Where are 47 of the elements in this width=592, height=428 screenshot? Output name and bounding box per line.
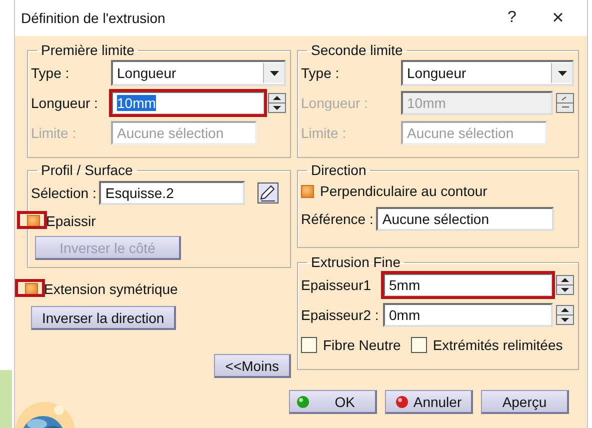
group-title: Profil / Surface bbox=[40, 162, 134, 178]
checkbox-label: Perpendiculaire au contour bbox=[320, 183, 488, 199]
group-title: Seconde limite bbox=[310, 42, 404, 58]
field-label: Longueur : bbox=[301, 95, 369, 111]
less-button[interactable]: <<Moins bbox=[214, 354, 291, 378]
window-title: Définition de l'extrusion bbox=[21, 10, 166, 26]
checkbox[interactable] bbox=[410, 337, 427, 353]
help-button[interactable]: ? bbox=[489, 3, 535, 33]
spinner-icon[interactable] bbox=[556, 275, 574, 295]
number-field[interactable]: 10mm bbox=[111, 91, 265, 115]
checkbox[interactable] bbox=[301, 184, 314, 198]
checkbox[interactable] bbox=[25, 282, 38, 296]
spinner-icon[interactable] bbox=[556, 305, 574, 325]
group-title: Première limite bbox=[40, 42, 136, 58]
field-label: Type : bbox=[31, 65, 70, 81]
preview-button[interactable]: Aperçu bbox=[481, 390, 569, 414]
checkbox-label: Extension symétrique bbox=[44, 281, 178, 297]
side-panel-edge bbox=[0, 370, 12, 428]
text-field[interactable]: Esquisse.2 bbox=[99, 181, 246, 205]
field-label: Limite : bbox=[31, 125, 78, 141]
ok-button[interactable]: OK bbox=[289, 390, 377, 414]
number-field[interactable]: 5mm bbox=[383, 273, 553, 297]
checkbox-label: Fibre Neutre bbox=[323, 337, 401, 353]
close-button[interactable]: × bbox=[535, 3, 581, 33]
field-label: Référence : bbox=[301, 211, 374, 227]
field-label: Sélection : bbox=[31, 185, 96, 201]
field-label: Epaisseur2 : bbox=[301, 307, 380, 323]
field-label: Limite : bbox=[301, 125, 348, 141]
group-title: Direction bbox=[310, 162, 368, 178]
sketch-edit-icon[interactable] bbox=[257, 182, 280, 204]
checkbox[interactable] bbox=[27, 214, 40, 228]
spinner-icon[interactable] bbox=[268, 93, 286, 113]
checkbox[interactable] bbox=[301, 337, 317, 353]
number-field[interactable]: 0mm bbox=[383, 303, 553, 327]
status-light-icon bbox=[296, 394, 310, 408]
type-dropdown[interactable]: Longueur bbox=[111, 60, 286, 86]
checkbox-label: Extrémités relimitées bbox=[432, 337, 563, 353]
text-field[interactable]: Aucune sélection bbox=[376, 207, 554, 231]
status-light-icon bbox=[395, 394, 410, 408]
field-label: Epaisseur1 bbox=[301, 277, 372, 293]
type-dropdown[interactable]: Longueur bbox=[401, 60, 574, 86]
checkbox-label: Epaissir bbox=[46, 213, 96, 229]
group-title: Extrusion Fine bbox=[310, 254, 402, 270]
field-label: Longueur : bbox=[31, 95, 99, 111]
cancel-button[interactable]: Annuler bbox=[385, 390, 473, 414]
field-label: Type : bbox=[301, 65, 340, 81]
invert-direction-button[interactable]: Inverser la direction bbox=[31, 306, 176, 330]
